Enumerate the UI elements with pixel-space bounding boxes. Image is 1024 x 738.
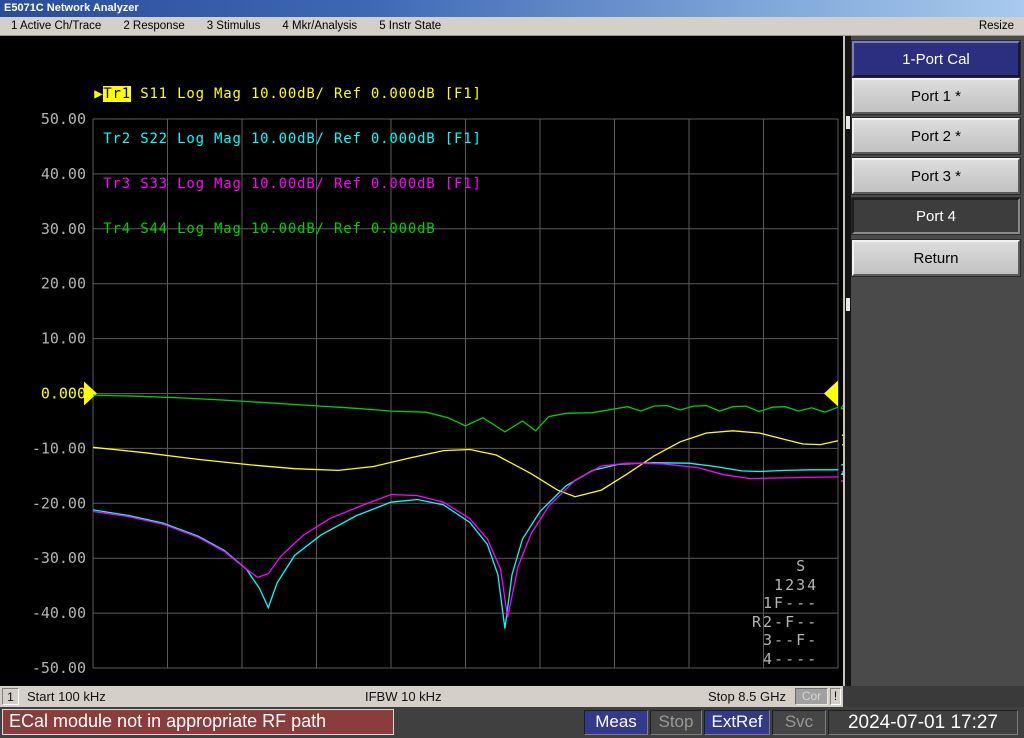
- softkey-port-3[interactable]: Port 3 *: [852, 158, 1020, 194]
- ecal-warning-message: ECal module not in appropriate RF path: [2, 709, 394, 735]
- y-axis-label: -50.00: [32, 659, 86, 677]
- y-axis-label: 10.00: [41, 330, 86, 348]
- trace-name: Tr1: [103, 86, 131, 102]
- y-axis-label: -40.00: [32, 604, 86, 622]
- window-title-bar: E5071C Network Analyzer: [0, 0, 1024, 17]
- svc-status-badge: Svc: [772, 710, 826, 735]
- reference-marker-left-icon: [84, 382, 97, 406]
- start-frequency-label: Start 100 kHz: [27, 689, 106, 704]
- arrow-spacer: [94, 132, 103, 147]
- correction-status-badge: Cor: [795, 688, 828, 705]
- ifbw-label: IFBW 10 kHz: [365, 689, 442, 704]
- arrow-spacer: [94, 177, 103, 192]
- menu-bar: 1 Active Ch/Trace 2 Response 3 Stimulus …: [0, 17, 1024, 36]
- main-area: 50.0040.0030.0020.0010.000.000-10.00-20.…: [0, 36, 1024, 686]
- instrument-status-bar: ECal module not in appropriate RF path M…: [0, 707, 1024, 738]
- status-row: 1 Start 100 kHz IFBW 10 kHz Stop 8.5 GHz…: [0, 686, 1024, 707]
- app-window: E5071C Network Analyzer 1 Active Ch/Trac…: [0, 0, 1024, 738]
- trace-params: S33 Log Mag 10.00dB/ Ref 0.000dB [F1]: [131, 176, 482, 192]
- stop-frequency-label: Stop 8.5 GHz: [708, 689, 786, 704]
- y-axis-label: -20.00: [32, 494, 86, 512]
- arrow-spacer: [94, 222, 103, 237]
- scroll-notch-top: [846, 116, 850, 129]
- menu-item-stimulus[interactable]: 3 Stimulus: [196, 20, 272, 32]
- y-axis-label: -10.00: [32, 439, 86, 457]
- trace-name: Tr2: [103, 131, 131, 147]
- trace-info-block: ▶Tr1 S11 Log Mag 10.00dB/ Ref 0.000dB [F…: [2, 42, 482, 252]
- datetime-display: 2024-07-01 17:27: [828, 710, 1018, 735]
- menu-item-active-ch-trace[interactable]: 1 Active Ch/Trace: [0, 20, 112, 32]
- trace-name: Tr3: [103, 176, 131, 192]
- softkey-sidebar: 1-Port Cal Port 1 * Port 2 * Port 3 * Po…: [845, 36, 1024, 686]
- extref-status-badge: ExtRef: [704, 710, 770, 735]
- softkey-scroll-strip: [845, 36, 851, 686]
- trace-params: S11 Log Mag 10.00dB/ Ref 0.000dB [F1]: [131, 86, 482, 102]
- status-row-main: 1 Start 100 kHz IFBW 10 kHz Stop 8.5 GHz…: [0, 686, 843, 707]
- menu-item-instr-state[interactable]: 5 Instr State: [368, 20, 452, 32]
- trace-info-tr2[interactable]: Tr2 S22 Log Mag 10.00dB/ Ref 0.000dB [F1…: [2, 117, 482, 132]
- scroll-notch-bottom: [846, 298, 850, 311]
- plot-region: 50.0040.0030.0020.0010.000.000-10.00-20.…: [0, 36, 843, 686]
- trace-params: S44 Log Mag 10.00dB/ Ref 0.000dB: [131, 221, 436, 237]
- channel-indicator: 1: [2, 688, 19, 705]
- trace-info-tr4[interactable]: Tr4 S44 Log Mag 10.00dB/ Ref 0.000dB: [2, 207, 482, 222]
- softkey-return[interactable]: Return: [852, 240, 1020, 276]
- y-axis-label: 20.00: [41, 275, 86, 293]
- stop-status-badge: Stop: [650, 710, 702, 735]
- y-axis-label: -30.00: [32, 549, 86, 567]
- active-trace-arrow-icon: ▶: [94, 87, 103, 102]
- alert-badge[interactable]: !: [830, 688, 841, 705]
- softkey-header-1-port-cal: 1-Port Cal: [852, 41, 1020, 77]
- s-parameter-matrix-legend: S 1234 1F--- R2-F-- 3--F- 4----: [752, 557, 818, 668]
- softkey-port-1[interactable]: Port 1 *: [852, 78, 1020, 114]
- window-title: E5071C Network Analyzer: [4, 2, 139, 14]
- y-axis-label: 0.000: [41, 385, 86, 403]
- menu-item-response[interactable]: 2 Response: [112, 20, 195, 32]
- trace-info-tr3[interactable]: Tr3 S33 Log Mag 10.00dB/ Ref 0.000dB [F1…: [2, 162, 482, 177]
- reference-marker-right-icon: [824, 381, 838, 407]
- trace-name: Tr4: [103, 221, 131, 237]
- trace-params: S22 Log Mag 10.00dB/ Ref 0.000dB [F1]: [131, 131, 482, 147]
- resize-button[interactable]: Resize: [969, 20, 1024, 32]
- menu-item-mkr-analysis[interactable]: 4 Mkr/Analysis: [271, 20, 368, 32]
- softkey-port-4[interactable]: Port 4: [852, 198, 1020, 234]
- softkey-port-2[interactable]: Port 2 *: [852, 118, 1020, 154]
- meas-status-badge: Meas: [584, 710, 648, 735]
- trace-info-tr1[interactable]: ▶Tr1 S11 Log Mag 10.00dB/ Ref 0.000dB [F…: [2, 72, 482, 87]
